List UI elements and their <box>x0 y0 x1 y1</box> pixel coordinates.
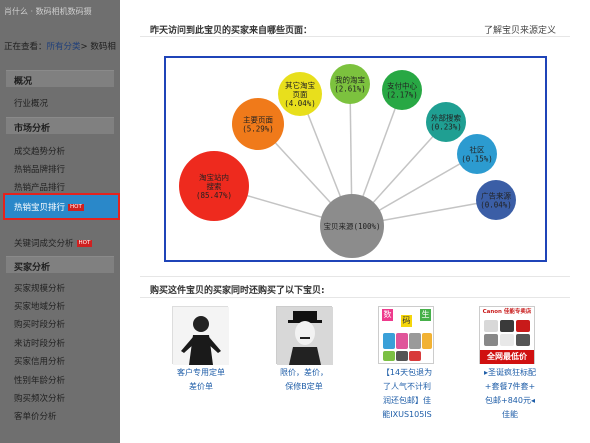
source-node-label: 广告来源 <box>481 191 511 201</box>
title-divider <box>140 36 570 37</box>
product-caption-line: 包邮+840元◂ <box>485 396 535 405</box>
product-caption-line: 佳能 <box>502 410 518 419</box>
product-caption-line: 保修B定单 <box>285 382 323 391</box>
sidebar-item-keyword-deal[interactable]: 关键词成交分析 HOT <box>14 237 93 249</box>
product-caption-line: 了人气不计利 <box>383 382 431 391</box>
view-path-link[interactable]: 所有分类 <box>47 42 81 52</box>
sidebar-item-purchase-time[interactable]: 购买时段分析 <box>14 318 65 330</box>
source-chart-title: 昨天访问到此宝贝的买家来自哪些页面： <box>150 26 313 36</box>
center-node: 宝贝来源(100%) <box>320 194 384 258</box>
person-silhouette-icon <box>173 307 229 365</box>
product-caption-line: +套餐7件套+ <box>484 382 536 391</box>
source-node-value: (2.61%) <box>334 85 366 94</box>
product-caption-3[interactable]: 【14天包退为 了人气不计利 润还包邮】佳 能IXUS105IS <box>368 366 446 422</box>
sidebar: 肖什么 · 数码相机数码摄 正在查看：所有分类> 数码相 概况 行业概况 市场分… <box>0 0 120 443</box>
lowest-price-banner: 全网最低价 <box>480 350 534 364</box>
product-caption-line: 能IXUS105IS <box>382 410 432 419</box>
sidebar-item-hot-items-rank[interactable]: 热销宝贝排行 HOT <box>3 193 120 220</box>
section-header-overview[interactable]: 概况 <box>6 70 114 87</box>
view-path: 正在查看：所有分类> 数码相 <box>4 40 120 52</box>
product-caption-line: 差价单 <box>189 382 213 391</box>
product-image-1[interactable] <box>172 306 229 365</box>
camera-lineup-icon <box>383 333 432 361</box>
source-node[interactable]: 支付中心(2.17%) <box>382 70 422 110</box>
sidebar-item-visit-time[interactable]: 来访时段分析 <box>14 337 65 349</box>
source-node-label: 我的淘宝 <box>335 75 365 85</box>
product-image-2[interactable] <box>276 306 333 365</box>
hot-badge: HOT <box>76 240 93 247</box>
source-node[interactable]: 外部搜索(0.23%) <box>426 102 466 142</box>
source-node-label: 淘宝站内 <box>199 172 229 182</box>
section-header-buyer[interactable]: 买家分析 <box>6 256 114 273</box>
sidebar-item-gender-age[interactable]: 性别年龄分析 <box>14 374 65 386</box>
product-caption-2[interactable]: 限价，差价， 保修B定单 <box>264 366 344 394</box>
source-node-label: 社区 <box>470 145 485 155</box>
source-node-value: (85.47%) <box>196 191 232 200</box>
product-caption-line: 润还包邮】佳 <box>383 396 431 405</box>
sidebar-item-hot-items-text: 热销宝贝排行 <box>14 203 66 213</box>
source-node-label: 外部搜索 <box>431 113 461 123</box>
hot-badge: HOT <box>68 204 84 211</box>
source-node-label: 页面 <box>293 90 308 99</box>
sidebar-item-keyword-deal-label: 关键词成交分析 <box>14 239 74 249</box>
products-panel-title: 购买这件宝贝的买家同时还购买了以下宝贝: <box>150 286 325 296</box>
portrait-photo-icon <box>277 307 333 365</box>
source-node-label: 其它淘宝 <box>285 80 315 90</box>
sidebar-item-hot-items-label: 热销宝贝排行 HOT <box>14 201 84 213</box>
product-caption-line: 限价，差价， <box>280 368 328 377</box>
source-node-label: 搜索 <box>207 181 222 191</box>
panel-divider <box>140 276 570 277</box>
source-radial-chart: 淘宝站内搜索(85.47%)主要页面(5.29%)其它淘宝页面(4.04%)我的… <box>179 64 516 258</box>
top-breadcrumb: 肖什么 · 数码相机数码摄 <box>4 7 92 16</box>
view-path-tail: > 数码相 <box>80 42 116 52</box>
source-node[interactable]: 其它淘宝页面(4.04%) <box>278 72 322 116</box>
source-definition-link[interactable]: 了解宝贝来源定义 <box>484 23 556 36</box>
center-node-label: 宝贝来源(100%) <box>323 221 380 231</box>
source-node[interactable]: 淘宝站内搜索(85.47%) <box>179 151 249 221</box>
product-image-4[interactable]: Canon 佳能专卖店 全网最低价 <box>479 306 535 364</box>
sidebar-item-buyer-credit[interactable]: 买家信用分析 <box>14 355 65 367</box>
sidebar-item-purchase-frequency[interactable]: 购买频次分析 <box>14 392 65 404</box>
sidebar-item-product-rank[interactable]: 热销产品排行 <box>14 181 65 193</box>
sidebar-item-brand-rank[interactable]: 热销品牌排行 <box>14 163 65 175</box>
source-node[interactable]: 广告来源(0.04%) <box>476 180 516 220</box>
source-node-label: 支付中心 <box>387 81 417 91</box>
sidebar-item-deal-trend[interactable]: 成交趋势分析 <box>14 145 65 157</box>
source-node[interactable]: 我的淘宝(2.61%) <box>330 64 370 104</box>
product-caption-line: 【14天包退为 <box>381 368 433 377</box>
source-node-value: (0.23%) <box>430 123 462 132</box>
source-node-value: (2.17%) <box>386 91 418 100</box>
sidebar-item-buyer-region[interactable]: 买家地域分析 <box>14 300 65 312</box>
product-caption-line: 客户专用定单 <box>177 368 225 377</box>
sidebar-item-unit-price[interactable]: 客单价分析 <box>14 410 57 422</box>
source-node-value: (0.15%) <box>461 155 493 164</box>
source-node-value: (0.04%) <box>480 201 512 210</box>
view-path-label: 正在查看： <box>4 42 47 52</box>
source-node-label: 主要页面 <box>243 115 273 125</box>
source-node[interactable]: 社区(0.15%) <box>457 134 497 174</box>
product-caption-4[interactable]: ▸圣诞疯狂标配 +套餐7件套+ 包邮+840元◂ 佳能 <box>470 366 550 422</box>
section-header-market[interactable]: 市场分析 <box>6 117 114 134</box>
sidebar-item-industry-overview[interactable]: 行业概况 <box>14 97 48 109</box>
sidebar-item-buyer-scale[interactable]: 买家规模分析 <box>14 282 65 294</box>
products-title-divider <box>140 297 570 298</box>
source-chart-frame: 淘宝站内 搜索 (85.47%) 主要页面 (5.29%) 其它淘宝 页面 (4.04%) 我的… <box>164 56 547 262</box>
source-node[interactable]: 主要页面(5.29%) <box>232 98 284 150</box>
product-caption-1[interactable]: 客户专用定单 差价单 <box>160 366 242 394</box>
product-image-3[interactable]: 数 码 生 <box>378 306 434 364</box>
product-caption-line: ▸圣诞疯狂标配 <box>483 368 536 377</box>
source-node-value: (4.04%) <box>284 99 316 108</box>
source-node-value: (5.29%) <box>242 125 274 134</box>
